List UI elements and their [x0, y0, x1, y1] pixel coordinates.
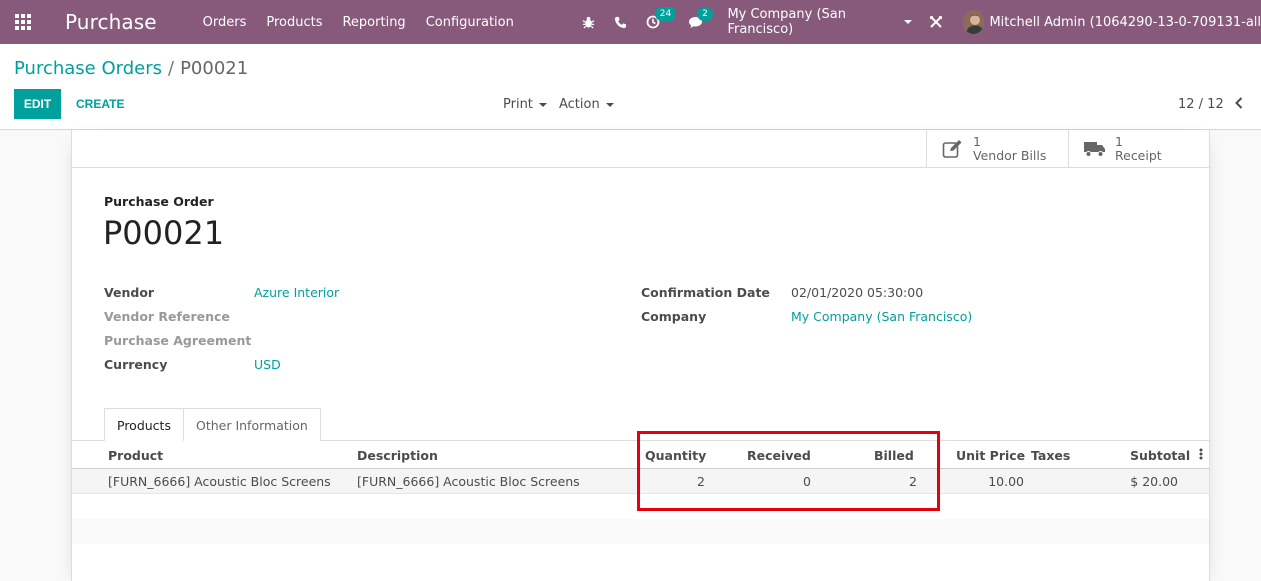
- col-description[interactable]: Description: [357, 448, 438, 463]
- caret-down-icon: [904, 20, 913, 24]
- tab-other-information[interactable]: Other Information: [183, 408, 321, 441]
- cell-received: 0: [803, 474, 811, 489]
- vendor-bills-count: 1: [973, 133, 981, 149]
- breadcrumb-current: P00021: [180, 58, 249, 79]
- vendor-bills-button[interactable]: 1 Vendor Bills: [926, 130, 1068, 167]
- company-link[interactable]: My Company (San Francisco): [791, 309, 972, 324]
- receipt-count: 1: [1115, 133, 1123, 149]
- document-name: P00021: [103, 214, 225, 252]
- pager-previous-icon[interactable]: [1232, 95, 1246, 111]
- col-unit-price[interactable]: Unit Price: [956, 448, 1025, 463]
- cell-unit-price: 10.00: [988, 474, 1024, 489]
- vendor-bills-label: Vendor Bills: [973, 147, 1047, 163]
- action-label: Action: [559, 97, 600, 112]
- control-panel: Purchase Orders / P00021 EDIT CREATE Print…: [0, 44, 1261, 130]
- action-dropdown[interactable]: Action: [559, 97, 614, 112]
- col-received[interactable]: Received: [747, 448, 811, 463]
- user-menu[interactable]: Mitchell Admin (1064290-13-0-709131-all: [989, 15, 1261, 30]
- company-label: Company: [641, 309, 707, 324]
- company-name: My Company (San Francisco): [727, 7, 846, 37]
- cell-description: [FURN_6666] Acoustic Bloc Screens: [357, 474, 580, 489]
- bug-icon[interactable]: [580, 13, 596, 31]
- caret-down-icon: [538, 102, 547, 107]
- col-product[interactable]: Product: [108, 448, 163, 463]
- print-label: Print: [503, 97, 533, 112]
- order-lines-header: Product Description Quantity Received Bi…: [72, 441, 1209, 469]
- menu-configuration[interactable]: Configuration: [426, 15, 514, 30]
- menu-orders[interactable]: Orders: [203, 15, 247, 30]
- confirmation-date-label: Confirmation Date: [641, 285, 770, 300]
- truck-icon: [1081, 137, 1109, 161]
- purchase-agreement-label: Purchase Agreement: [104, 333, 252, 348]
- col-billed[interactable]: Billed: [874, 448, 914, 463]
- receipt-label: Receipt: [1115, 147, 1162, 163]
- optional-columns-icon[interactable]: [1199, 447, 1203, 464]
- col-quantity[interactable]: Quantity: [645, 448, 706, 463]
- activity-count-badge: 24: [654, 7, 677, 21]
- col-taxes[interactable]: Taxes: [1031, 448, 1070, 463]
- cell-subtotal: $ 20.00: [1130, 474, 1178, 489]
- cell-billed: 2: [909, 474, 917, 489]
- print-dropdown[interactable]: Print: [503, 97, 547, 112]
- receipt-button[interactable]: 1 Receipt: [1068, 130, 1210, 167]
- app-title[interactable]: Purchase: [65, 10, 157, 34]
- vendor-reference-label: Vendor Reference: [104, 309, 230, 324]
- currency-label: Currency: [104, 357, 168, 372]
- breadcrumb: Purchase Orders / P00021: [14, 58, 248, 79]
- user-avatar[interactable]: [962, 10, 985, 34]
- create-button[interactable]: CREATE: [76, 89, 124, 119]
- confirmation-date-value: 02/01/2020 05:30:00: [791, 285, 924, 300]
- tools-icon[interactable]: [928, 13, 944, 31]
- main-menu: Orders Products Reporting Configuration: [203, 15, 534, 30]
- vendor-link[interactable]: Azure Interior: [254, 285, 339, 300]
- empty-row: [72, 519, 1209, 544]
- apps-menu-icon[interactable]: [13, 12, 33, 32]
- form-sheet: 1 Vendor Bills 1 Receipt Purchase Order P0…: [71, 130, 1210, 581]
- systray: 24 2 My Company (San Francisco) Mitchell…: [580, 0, 1261, 44]
- tab-products[interactable]: Products: [104, 408, 184, 441]
- document-type-label: Purchase Order: [104, 194, 214, 209]
- message-count-badge: 2: [697, 7, 713, 21]
- activity-clock-icon[interactable]: 24: [645, 7, 677, 31]
- caret-down-icon: [605, 102, 614, 107]
- messages-icon[interactable]: 2: [687, 7, 713, 31]
- smart-button-box: 1 Vendor Bills 1 Receipt: [72, 130, 1209, 168]
- cell-product: [FURN_6666] Acoustic Bloc Screens: [108, 474, 331, 489]
- breadcrumb-purchase-orders[interactable]: Purchase Orders: [14, 58, 162, 79]
- pager-value[interactable]: 12 / 12: [1178, 97, 1224, 112]
- top-navbar: Purchase Orders Products Reporting Confi…: [0, 0, 1261, 44]
- company-switcher[interactable]: My Company (San Francisco): [727, 7, 913, 37]
- pencil-square-icon: [939, 137, 967, 161]
- phone-icon[interactable]: [612, 13, 628, 31]
- notebook-tabs: Products Other Information: [104, 408, 321, 441]
- vendor-label: Vendor: [104, 285, 155, 300]
- col-subtotal[interactable]: Subtotal: [1130, 448, 1190, 463]
- currency-link[interactable]: USD: [254, 357, 281, 372]
- menu-products[interactable]: Products: [266, 15, 322, 30]
- edit-button[interactable]: EDIT: [14, 89, 61, 119]
- breadcrumb-separator: /: [168, 58, 175, 79]
- empty-row: [72, 494, 1209, 519]
- table-row[interactable]: [FURN_6666] Acoustic Bloc Screens [FURN_…: [72, 469, 1209, 494]
- cell-quantity: 2: [697, 474, 705, 489]
- menu-reporting[interactable]: Reporting: [342, 15, 405, 30]
